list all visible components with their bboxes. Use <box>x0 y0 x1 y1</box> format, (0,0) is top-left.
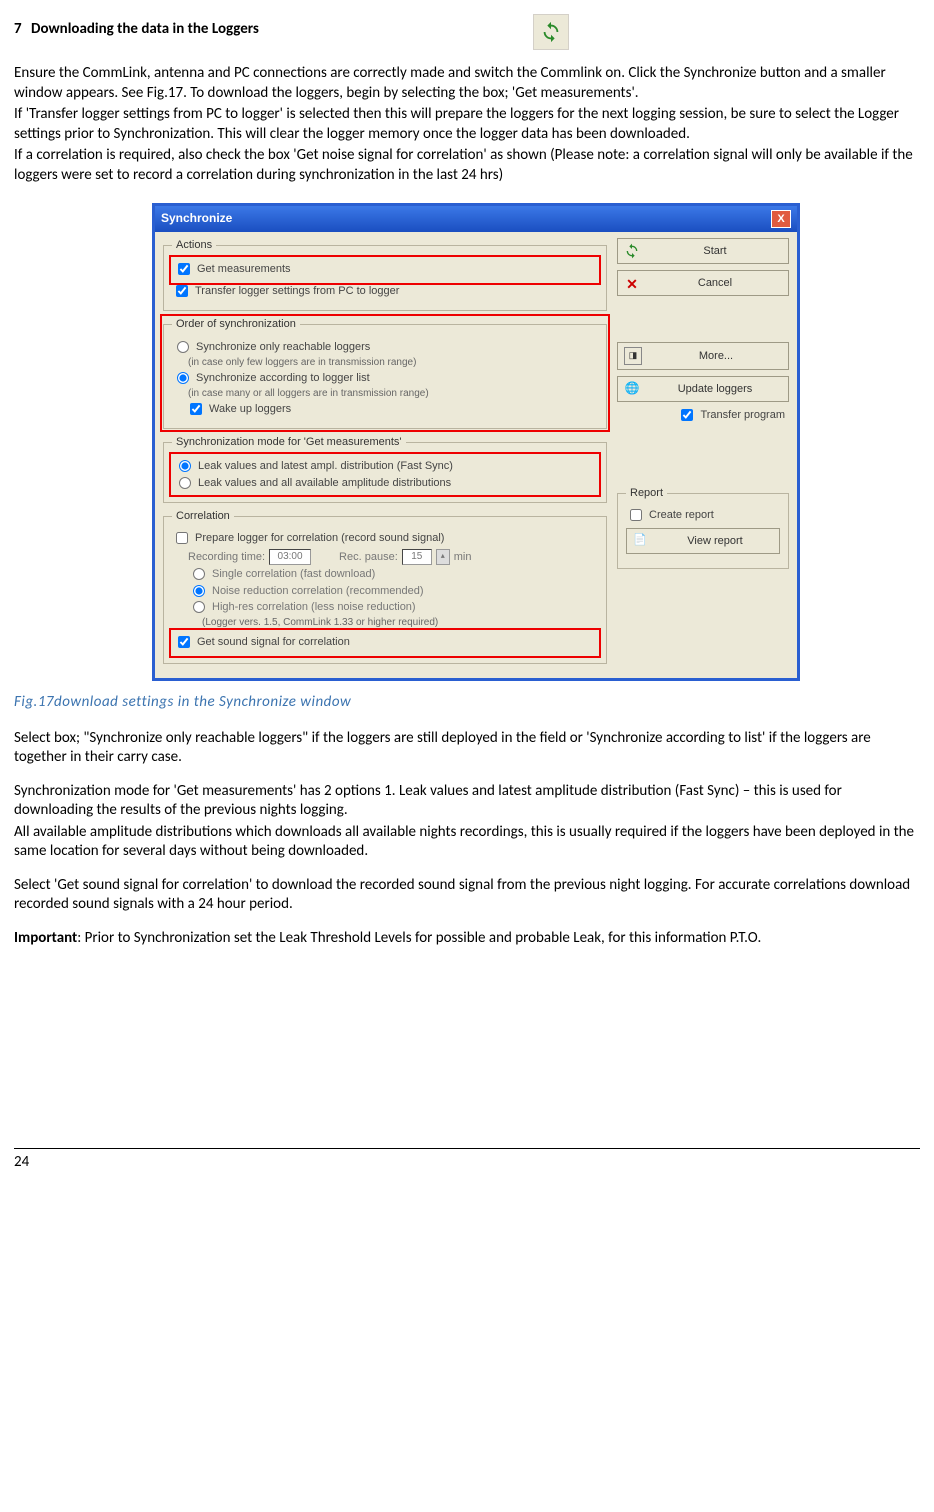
rec-time-label: Recording time: <box>188 550 265 564</box>
dialog-titlebar: Synchronize X <box>155 206 797 232</box>
order-opt1-sub: (in case only few loggers are in transmi… <box>188 356 598 369</box>
heading-title: Downloading the data in the Loggers <box>31 20 259 38</box>
intro-p3: If a correlation is required, also check… <box>14 146 920 185</box>
body-p1: Select box; "Synchronize only reachable … <box>14 729 920 768</box>
mode-opt2-radio[interactable] <box>179 477 191 489</box>
cancel-label: Cancel <box>648 276 782 290</box>
transfer-settings-label: Transfer logger settings from PC to logg… <box>195 284 399 298</box>
body-p5-rest: : Prior to Synchronization set the Leak … <box>77 929 761 947</box>
sync-icon <box>533 14 569 50</box>
figure-caption: Fig.17download settings in the Synchroni… <box>14 693 920 713</box>
rec-pause-input[interactable]: 15 <box>402 549 432 565</box>
order-legend: Order of synchronization <box>172 317 300 331</box>
corr-noise-label: Noise reduction correlation (recommended… <box>212 584 424 598</box>
start-button[interactable]: Start <box>617 238 789 264</box>
cancel-button[interactable]: ✕ Cancel <box>617 270 789 296</box>
corr-noise-radio[interactable] <box>193 585 205 597</box>
order-opt1-label: Synchronize only reachable loggers <box>196 340 370 354</box>
view-report-label: View report <box>657 534 773 548</box>
prepare-checkbox[interactable] <box>176 532 188 544</box>
rec-pause-label: Rec. pause: <box>339 550 398 564</box>
corr-single-label: Single correlation (fast download) <box>212 567 375 581</box>
cancel-icon: ✕ <box>624 275 640 291</box>
corr-highres-label: High-res correlation (less noise reducti… <box>212 600 416 614</box>
prepare-label: Prepare logger for correlation (record s… <box>195 531 444 545</box>
rec-pause-spinner[interactable]: ▴ <box>436 549 450 565</box>
body-p4: Select 'Get sound signal for correlation… <box>14 876 920 915</box>
document-icon: 📄 <box>633 533 649 549</box>
actions-legend: Actions <box>172 238 216 252</box>
rec-time-input[interactable]: 03:00 <box>269 549 311 565</box>
body-p2: Synchronization mode for 'Get measuremen… <box>14 782 920 821</box>
mode-legend: Synchronization mode for 'Get measuremen… <box>172 435 406 449</box>
body-p5: Important: Prior to Synchronization set … <box>14 929 920 949</box>
report-group: Report Create report 📄 View report <box>617 486 789 569</box>
page-footer: 24 <box>14 1148 920 1173</box>
get-measurements-checkbox[interactable] <box>178 263 190 275</box>
correlation-group: Correlation Prepare logger for correlati… <box>163 509 607 664</box>
order-opt2-sub: (in case many or all loggers are in tran… <box>188 387 598 400</box>
corr-highres-radio[interactable] <box>193 601 205 613</box>
get-measurements-label: Get measurements <box>197 262 291 276</box>
get-sound-label: Get sound signal for correlation <box>197 635 350 649</box>
correlation-legend: Correlation <box>172 509 234 523</box>
order-opt1-radio[interactable] <box>177 341 189 353</box>
corr-note: (Logger vers. 1.5, CommLink 1.33 or high… <box>202 616 598 629</box>
important-label: Important <box>14 929 77 947</box>
more-icon: ◨ <box>624 347 642 365</box>
transfer-program-checkbox[interactable] <box>681 409 693 421</box>
intro-p2: If 'Transfer logger settings from PC to … <box>14 105 920 144</box>
section-heading: 7 Downloading the data in the Loggers <box>14 20 920 50</box>
page-number: 24 <box>14 1153 29 1171</box>
order-group: Order of synchronization Synchronize onl… <box>163 317 607 429</box>
create-report-checkbox[interactable] <box>630 509 642 521</box>
body-block-2: Synchronization mode for 'Get measuremen… <box>14 782 920 862</box>
update-label: Update loggers <box>648 382 782 396</box>
transfer-program-label: Transfer program <box>700 408 785 422</box>
mode-opt1-label: Leak values and latest ampl. distributio… <box>198 459 453 473</box>
actions-group: Actions Get measurements Transfer logger… <box>163 238 607 311</box>
mode-group: Synchronization mode for 'Get measuremen… <box>163 435 607 503</box>
close-icon[interactable]: X <box>771 210 791 228</box>
order-opt2-radio[interactable] <box>177 372 189 384</box>
refresh-icon <box>624 243 640 259</box>
synchronize-dialog-screenshot: Synchronize X Actions Get measurements <box>152 203 800 681</box>
wake-label: Wake up loggers <box>209 402 291 416</box>
create-report-label: Create report <box>649 508 714 522</box>
wake-checkbox[interactable] <box>190 403 202 415</box>
more-label: More... <box>650 349 782 363</box>
heading-number: 7 <box>14 20 22 38</box>
globe-icon: 🌐 <box>624 381 640 397</box>
body-p3: All available amplitude distributions wh… <box>14 823 920 862</box>
corr-single-radio[interactable] <box>193 568 205 580</box>
more-button[interactable]: ◨ More... <box>617 342 789 370</box>
start-label: Start <box>648 244 782 258</box>
dialog-title: Synchronize <box>161 211 232 227</box>
update-loggers-button[interactable]: 🌐 Update loggers <box>617 376 789 402</box>
intro-p1: Ensure the CommLink, antenna and PC conn… <box>14 64 920 103</box>
mode-opt2-label: Leak values and all available amplitude … <box>198 476 451 490</box>
rec-pause-unit: min <box>454 550 472 564</box>
report-legend: Report <box>626 486 667 500</box>
intro-block: Ensure the CommLink, antenna and PC conn… <box>14 64 920 185</box>
order-opt2-label: Synchronize according to logger list <box>196 371 370 385</box>
transfer-settings-checkbox[interactable] <box>176 285 188 297</box>
get-sound-checkbox[interactable] <box>178 636 190 648</box>
view-report-button[interactable]: 📄 View report <box>626 528 780 554</box>
mode-opt1-radio[interactable] <box>179 460 191 472</box>
